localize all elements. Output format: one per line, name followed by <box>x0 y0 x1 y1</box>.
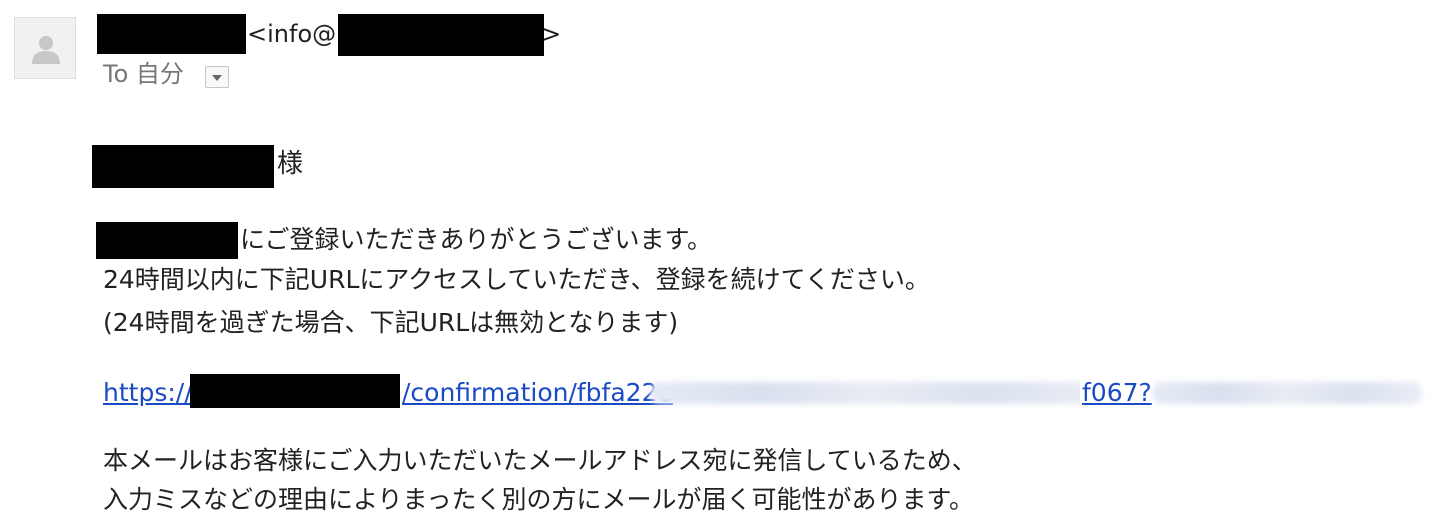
confirmation-link-token-end[interactable]: f067? <box>1080 376 1152 410</box>
redacted-service-name <box>96 222 238 259</box>
salutation-suffix: 様 <box>277 149 304 179</box>
confirmation-link-prefix[interactable]: https:// <box>103 376 193 410</box>
blurred-query-params <box>1152 382 1422 404</box>
thanks-line: にご登録いただきありがとうございます。 <box>240 225 713 254</box>
sender-email-prefix: <info@ <box>247 20 337 48</box>
chevron-down-icon[interactable] <box>205 66 229 88</box>
recipient-line: To 自分 <box>103 60 184 88</box>
redacted-link-domain <box>190 374 400 408</box>
notice-line-2: 入力ミスなどの理由によりまったく別の方にメールが届く可能性があります。 <box>103 485 975 514</box>
expiry-line: (24時間を過ぎた場合、下記URLは無効となります) <box>103 308 679 337</box>
notice-line-1: 本メールはお客様にご入力いただいたメールアドレス宛に発信しているため、 <box>103 446 977 475</box>
sender-email-suffix: > <box>541 20 562 48</box>
sender-avatar <box>14 17 76 79</box>
confirmation-link-path[interactable]: /confirmation/fbfa22e <box>402 376 673 410</box>
redacted-sender-name <box>97 14 246 54</box>
redacted-recipient-name <box>92 145 274 188</box>
blurred-token <box>650 382 1095 404</box>
redacted-email-domain <box>338 14 544 56</box>
person-silhouette-icon <box>32 36 60 64</box>
instruction-line: 24時間以内に下記URLにアクセスしていただき、登録を続けてください。 <box>103 265 930 294</box>
